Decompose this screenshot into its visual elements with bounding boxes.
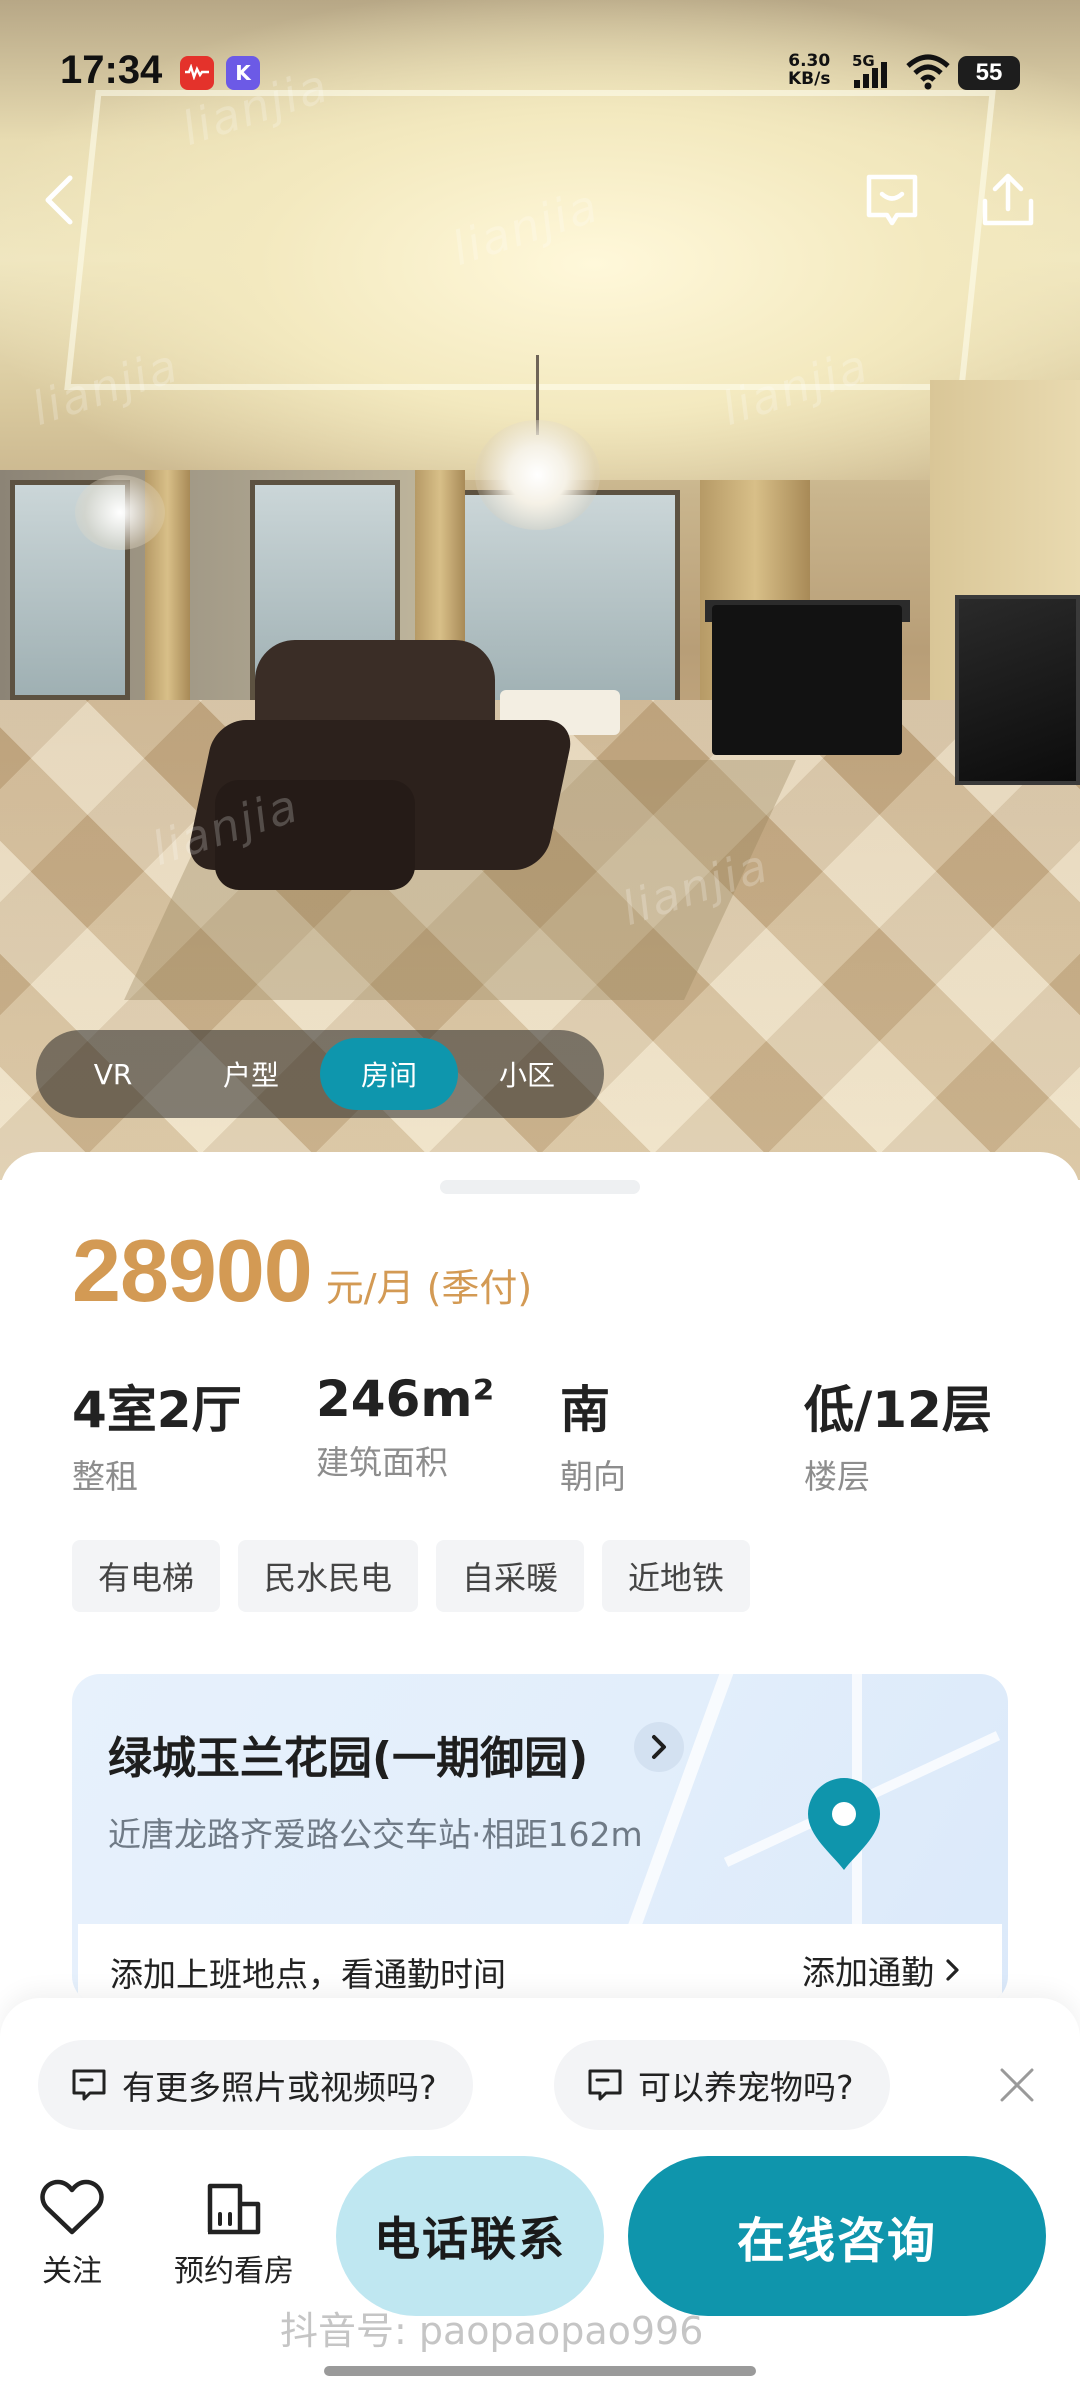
fact-value: 南	[560, 1381, 610, 1439]
question-chip-label: 有更多照片或视频吗?	[122, 2068, 437, 2107]
community-nearby-transit: 近唐龙路齐爱路公交车站·相距162m	[108, 1815, 643, 1854]
sheet-handle[interactable]	[440, 1180, 640, 1194]
chat-bubble-icon	[866, 174, 918, 226]
tab-vr[interactable]: VR	[44, 1038, 182, 1110]
rent-price: 28900	[72, 1221, 313, 1320]
tag-utilities: 民水民电	[238, 1540, 419, 1612]
chevron-right-icon	[652, 1735, 666, 1759]
photo-tv	[955, 595, 1080, 785]
commute-prompt: 添加上班地点，看通勤时间	[110, 1955, 506, 1994]
gallery-tabs: VR 户型 房间 小区	[36, 1030, 604, 1118]
battery-indicator: 55	[958, 56, 1020, 90]
network-speed: 6.30 KB/s	[788, 52, 830, 88]
tag-metro: 近地铁	[602, 1540, 751, 1612]
fact-floor: 低/12层 楼层	[804, 1370, 992, 1498]
tab-floorplan[interactable]: 户型	[182, 1038, 320, 1110]
follow-label: 关注	[42, 2254, 102, 2289]
tab-rooms[interactable]: 房间	[320, 1038, 458, 1110]
signal-icon: 5G	[852, 52, 892, 90]
fact-value: 低/12层	[804, 1381, 992, 1439]
community-name[interactable]: 绿城玉兰花园(一期御园)	[108, 1722, 588, 1786]
tab-community[interactable]: 小区	[458, 1038, 596, 1110]
close-icon	[1000, 2068, 1034, 2102]
book-viewing-label: 预约看房	[174, 2254, 294, 2289]
fact-value: 246m²	[316, 1370, 495, 1428]
share-button[interactable]	[968, 160, 1048, 240]
map-road	[624, 1674, 734, 1934]
add-commute-button[interactable]: 添加通勤	[802, 1946, 962, 1994]
fact-label: 整租	[72, 1457, 138, 1496]
message-button[interactable]	[852, 160, 932, 240]
tag-elevator: 有电梯	[72, 1540, 221, 1612]
rent-price-unit: 元/月 (季付)	[325, 1266, 533, 1310]
building-icon	[207, 2183, 261, 2235]
network-speed-value: 6.30	[788, 51, 831, 71]
home-indicator[interactable]	[324, 2366, 756, 2376]
community-arrow-button[interactable]	[634, 1722, 684, 1772]
fact-area: 246m² 建筑面积	[316, 1370, 494, 1484]
follow-button[interactable]: 关注	[2, 2178, 142, 2290]
photo-chandelier	[75, 475, 165, 550]
notification-app-icon	[180, 56, 214, 90]
key-facts: 4室2厅 整租 246m² 建筑面积 南 朝向 低/12层 楼层	[72, 1370, 1032, 1496]
fact-orientation: 南 朝向	[560, 1370, 626, 1498]
price-block: 28900 元/月 (季付)	[72, 1220, 532, 1322]
question-chip-pets[interactable]: 可以养宠物吗?	[554, 2040, 890, 2130]
add-commute-label: 添加通勤	[802, 1953, 934, 1992]
status-time: 17:34	[60, 48, 163, 92]
fact-label: 朝向	[560, 1457, 626, 1496]
wifi-icon	[905, 52, 951, 92]
fact-label: 楼层	[804, 1457, 870, 1496]
status-bar: 17:34 K 6.30 KB/s 5G 55	[0, 0, 1080, 140]
fact-label: 建筑面积	[316, 1443, 448, 1482]
back-button[interactable]	[20, 160, 100, 240]
question-bubble-icon	[72, 2069, 106, 2101]
commute-row[interactable]: 添加上班地点，看通勤时间 添加通勤	[78, 1924, 1002, 2004]
chevron-right-icon	[946, 1959, 959, 1981]
network-speed-unit: KB/s	[788, 69, 831, 89]
close-questions-button[interactable]	[990, 2058, 1044, 2112]
fact-layout: 4室2厅 整租	[72, 1370, 242, 1498]
question-chip-more-photos[interactable]: 有更多照片或视频吗?	[38, 2040, 473, 2130]
feature-tags: 有电梯 民水民电 自采暖 近地铁	[72, 1540, 751, 1612]
community-card[interactable]: 绿城玉兰花园(一期御园) 近唐龙路齐爱路公交车站·相距162m 添加上班地点，看…	[72, 1674, 1008, 2004]
map-pin-icon	[808, 1778, 880, 1870]
douyin-watermark: 抖音号: paopaopao996	[280, 2309, 704, 2353]
fact-value: 4室2厅	[72, 1381, 242, 1439]
book-viewing-button[interactable]: 预约看房	[164, 2178, 304, 2290]
heart-icon	[40, 2179, 104, 2235]
online-consult-button[interactable]: 在线咨询	[628, 2156, 1046, 2316]
question-bubble-icon	[588, 2069, 622, 2101]
photo-chandelier	[475, 420, 600, 530]
photo-piano	[712, 605, 902, 755]
k-app-icon: K	[226, 56, 260, 90]
chevron-left-icon	[45, 175, 73, 225]
call-button[interactable]: 电话联系	[336, 2156, 604, 2316]
question-chip-label: 可以养宠物吗?	[638, 2068, 854, 2107]
tag-heating: 自采暖	[436, 1540, 585, 1612]
share-icon	[982, 173, 1034, 226]
